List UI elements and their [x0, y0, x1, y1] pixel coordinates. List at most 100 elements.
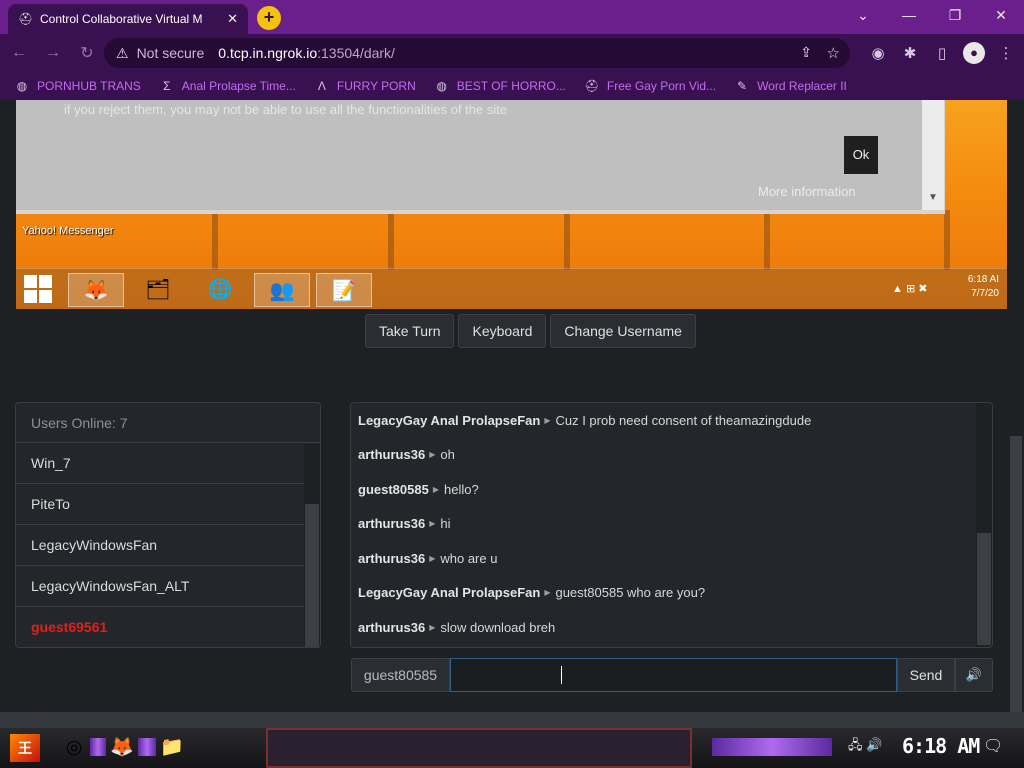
- window-pane: [212, 210, 218, 270]
- windows-start-icon[interactable]: [24, 275, 52, 303]
- vm-taskbar: 🦊 🗂 🌐 👥 📝 ▲ ⊞ ✖ 6:18 AI 7/7/20: [16, 268, 1007, 309]
- window-pane: [764, 210, 770, 270]
- keyboard-button[interactable]: Keyboard: [458, 314, 547, 348]
- bookmark-item[interactable]: ✎ Word Replacer II: [734, 78, 847, 94]
- hat-icon: ⛑: [584, 79, 600, 93]
- user-row[interactable]: LegacyWindowsFan: [16, 525, 305, 566]
- taskbar-accent: [138, 738, 156, 756]
- chat-send-row: guest80585 Send 🔊: [351, 658, 993, 692]
- browser-tab[interactable]: ⛑ Control Collaborative Virtual M ✕: [8, 4, 248, 34]
- restore-button[interactable]: ❐: [932, 0, 978, 30]
- chat-message: arthurus36 ▶ oh: [358, 447, 455, 462]
- window-pane: [388, 210, 394, 270]
- chat-message: LegacyGay Anal ProlapseFan ▶ Cuz I prob ne…: [358, 413, 812, 428]
- security-status[interactable]: Not secure: [137, 45, 205, 61]
- volume-icon[interactable]: 🔊: [955, 658, 993, 692]
- user-row[interactable]: LegacyWindowsFan_ALT: [16, 566, 305, 607]
- chat-message: guest80585 ▶ hello?: [358, 482, 479, 497]
- file-explorer-icon[interactable]: 🗂: [130, 273, 186, 307]
- reload-icon[interactable]: ↻: [72, 43, 102, 63]
- users-scrollbar[interactable]: [304, 444, 320, 647]
- chat-message: arthurus36 ▶ slow download breh: [358, 620, 556, 635]
- toolbar-icons: ◉ ✱ ▯ ● ⋮: [862, 34, 1022, 72]
- sigma-icon: Σ: [163, 79, 171, 93]
- close-window-button[interactable]: ✕: [978, 0, 1024, 30]
- bookmark-item[interactable]: ⛑ Free Gay Porn Vid...: [584, 78, 716, 94]
- taskbar-accent: [712, 738, 832, 756]
- address-bar[interactable]: ⚠ Not secure 0.tcp.in.ngrok.io:13504/dar…: [104, 38, 850, 68]
- vm-clock: 6:18 AI 7/7/20: [967, 274, 999, 299]
- tab-title: Control Collaborative Virtual M: [40, 12, 203, 26]
- user-row[interactable]: Win_7: [16, 443, 305, 484]
- network-volume-icons[interactable]: 🖧 🔊: [848, 736, 882, 758]
- taskbar-top-strip: [0, 712, 1024, 728]
- desktop-icon-yahoo[interactable]: Yahoo! Messenger: [22, 224, 114, 238]
- chat-scrollbar[interactable]: [976, 403, 992, 647]
- bookmark-item[interactable]: Λ FURRY PORN: [314, 78, 416, 94]
- notification-icon[interactable]: 🗨: [983, 736, 1003, 756]
- new-tab-button[interactable]: +: [257, 6, 281, 30]
- user-row-self[interactable]: guest69561: [16, 607, 305, 647]
- chat-log: LegacyGay Anal ProlapseFan ▶ Cuz I prob ne…: [350, 402, 993, 648]
- menu-icon[interactable]: ⋮: [990, 44, 1022, 62]
- globe-icon: ◍: [436, 79, 447, 93]
- extension-avatar-icon[interactable]: ◉: [862, 44, 894, 62]
- chat-message: arthurus36 ▶ hi: [358, 516, 451, 531]
- vm-tray-icons[interactable]: ▲ ⊞ ✖: [892, 282, 927, 295]
- firefox-icon[interactable]: 🦊: [68, 273, 124, 307]
- file-explorer-icon[interactable]: 📁: [158, 734, 186, 762]
- window-controls: ⌄ — ❐ ✕: [840, 0, 1024, 30]
- warning-icon[interactable]: ⚠: [116, 45, 129, 62]
- more-information-link[interactable]: More information: [758, 184, 856, 199]
- bookmark-item[interactable]: Σ Anal Prolapse Time...: [159, 78, 296, 94]
- tab-search-icon[interactable]: ⌄: [840, 0, 886, 30]
- send-button[interactable]: Send: [897, 658, 955, 692]
- share-icon[interactable]: ⇪: [800, 44, 812, 61]
- vm-screen[interactable]: if you reject them, you may not be able …: [16, 100, 1007, 309]
- window-pane: [944, 210, 950, 270]
- chat-message: arthurus36 ▶ who are u: [358, 551, 498, 566]
- page-scrollbar[interactable]: [1008, 100, 1024, 712]
- page-scrollbar-thumb[interactable]: [1010, 436, 1022, 712]
- chevron-down-icon[interactable]: ▼: [928, 192, 938, 203]
- browser-toolbar: ← → ↻ ⚠ Not secure 0.tcp.in.ngrok.io:135…: [0, 34, 1024, 72]
- forward-icon[interactable]: →: [38, 44, 68, 62]
- taskbar-accent: [90, 738, 106, 756]
- text-caret: [561, 666, 562, 684]
- take-turn-button[interactable]: Take Turn: [365, 314, 455, 348]
- users-panel: Users Online: 7 Win_7 PiteTo LegacyWindo…: [15, 402, 321, 648]
- host-taskbar: 王 ◎ 🦊 📁 🖧 🔊 6:18 AM 🗨: [0, 712, 1024, 768]
- lambda-icon: Λ: [317, 79, 326, 93]
- chat-message: LegacyGay Anal ProlapseFan ▶ guest80585 wh…: [358, 585, 706, 600]
- users-online-header: Users Online: 7: [16, 403, 320, 443]
- close-tab-icon[interactable]: ✕: [227, 11, 238, 27]
- vm-controls: Take Turn Keyboard Change Username: [365, 314, 696, 348]
- star-icon[interactable]: ☆: [827, 44, 840, 62]
- dialog-text: if you reject them, you may not be able …: [64, 102, 507, 117]
- window-pane: [564, 210, 570, 270]
- host-clock[interactable]: 6:18 AM: [902, 734, 980, 758]
- minimize-button[interactable]: —: [886, 0, 932, 30]
- ie-icon[interactable]: 🌐: [192, 273, 248, 307]
- puzzle-icon[interactable]: ✱: [894, 44, 926, 62]
- notepad-icon[interactable]: 📝: [316, 273, 372, 307]
- back-icon[interactable]: ←: [4, 44, 34, 62]
- cookie-dialog: if you reject them, you may not be able …: [16, 100, 945, 214]
- chrome-icon[interactable]: ◎: [60, 734, 88, 762]
- dialog-scrollbar[interactable]: ▼: [922, 100, 944, 210]
- url-path: :13504/dark/: [317, 45, 395, 61]
- bookmark-item[interactable]: ◍ BEST OF HORRO...: [434, 78, 566, 94]
- bookmark-item[interactable]: ◍ PORNHUB TRANS: [14, 78, 141, 94]
- messenger-icon[interactable]: 👥: [254, 273, 310, 307]
- wr-icon: ✎: [737, 79, 748, 93]
- change-username-button[interactable]: Change Username: [550, 314, 696, 348]
- profile-icon[interactable]: ●: [958, 42, 990, 64]
- user-row[interactable]: PiteTo: [16, 484, 305, 525]
- host-start-icon[interactable]: 王: [10, 734, 40, 762]
- chat-message-input[interactable]: [450, 658, 897, 692]
- ok-button[interactable]: Ok: [844, 136, 878, 174]
- firefox-icon[interactable]: 🦊: [108, 734, 136, 762]
- username-label: guest80585: [351, 658, 450, 692]
- side-panel-icon[interactable]: ▯: [926, 44, 958, 62]
- bookmarks-bar: ◍ PORNHUB TRANS Σ Anal Prolapse Time... ΛF…: [0, 72, 1024, 100]
